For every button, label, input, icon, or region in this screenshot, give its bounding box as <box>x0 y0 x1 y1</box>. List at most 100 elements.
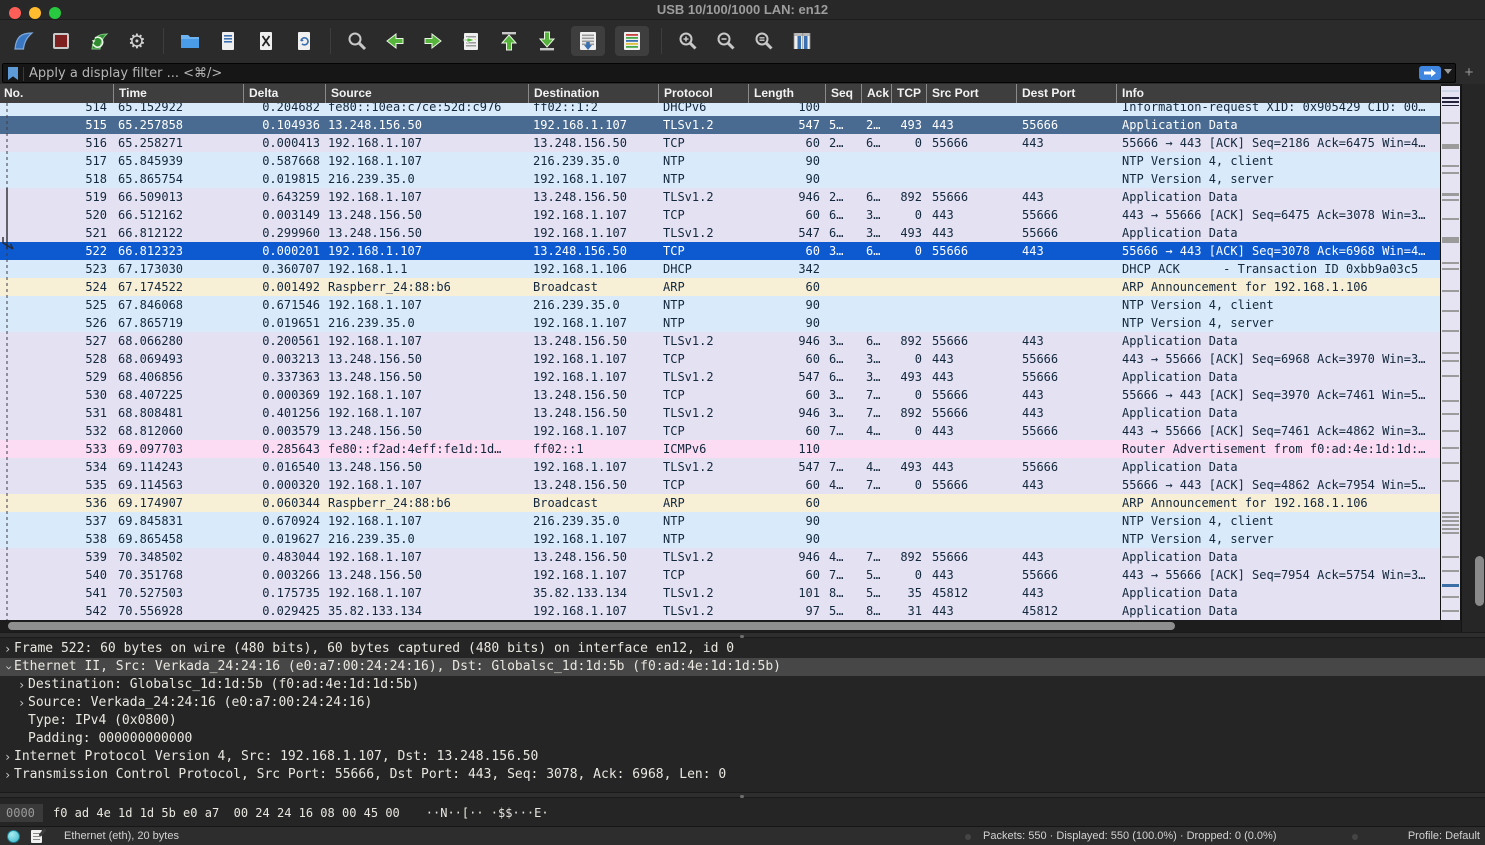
packet-row[interactable]: 53068.4072250.000369192.168.1.10713.248.… <box>0 386 1441 404</box>
packet-row[interactable]: 52768.0662800.200561192.168.1.10713.248.… <box>0 332 1441 350</box>
detail-tree-row[interactable]: ›Frame 522: 60 bytes on wire (480 bits),… <box>0 640 1485 658</box>
last-packet-button[interactable] <box>533 26 561 56</box>
column-header-src[interactable]: Source <box>325 84 528 103</box>
packet-row[interactable]: 52968.4068560.33736313.248.156.50192.168… <box>0 368 1441 386</box>
packet-row[interactable]: 51565.2578580.10493613.248.156.50192.168… <box>0 116 1441 134</box>
chevron-right-icon[interactable]: › <box>18 694 28 712</box>
packet-row[interactable]: 53168.8084810.401256192.168.1.10713.248.… <box>0 404 1441 422</box>
zoom-100-button[interactable] <box>750 26 778 56</box>
packet-cell-time: 70.556928 <box>113 602 243 620</box>
column-header-dport[interactable]: Dest Port <box>1016 84 1116 103</box>
packet-cell-len: 60 <box>748 386 825 404</box>
find-packet-button[interactable] <box>343 26 371 56</box>
chevron-right-icon[interactable]: › <box>4 766 14 784</box>
status-profile[interactable]: Profile: Default <box>1408 830 1480 842</box>
column-header-len[interactable]: Length <box>748 84 825 103</box>
packet-row[interactable]: 52367.1730300.360707192.168.1.1192.168.1… <box>0 260 1441 278</box>
column-header-no[interactable]: No. <box>0 84 113 103</box>
save-file-button[interactable] <box>214 26 242 56</box>
hex-ascii[interactable]: ··N··[·· ·$$···E· <box>426 806 549 820</box>
detail-tree-row[interactable]: ›Transmission Control Protocol, Src Port… <box>0 766 1485 784</box>
capture-comment-icon[interactable] <box>31 830 42 843</box>
packet-row[interactable]: 53469.1142430.01654013.248.156.50192.168… <box>0 458 1441 476</box>
capture-options-button[interactable]: ⚙ <box>123 26 151 56</box>
detail-tree-row[interactable]: ›Padding: 000000000000 <box>0 730 1485 748</box>
stop-capture-button[interactable] <box>47 26 75 56</box>
zoom-in-button[interactable] <box>674 26 702 56</box>
packet-row[interactable]: 52266.8123230.000201192.168.1.10713.248.… <box>0 242 1441 260</box>
previous-packet-button[interactable] <box>381 26 409 56</box>
packet-row[interactable]: 52567.8460680.671546192.168.1.107216.239… <box>0 296 1441 314</box>
detail-tree-row[interactable]: ›Destination: Globalsc_1d:1d:5b (f0:ad:4… <box>0 676 1485 694</box>
detail-tree-row[interactable]: ›Ethernet II, Src: Verkada_24:24:16 (e0:… <box>0 658 1485 676</box>
chevron-right-icon[interactable]: › <box>4 748 14 766</box>
packet-row[interactable]: 53769.8458310.670924192.168.1.107216.239… <box>0 512 1441 530</box>
packet-row[interactable]: 51465.1529220.204682fe80::10ea:c7ce:52d:… <box>0 103 1441 116</box>
column-header-time[interactable]: Time <box>113 84 243 103</box>
packet-row[interactable]: 54170.5275030.175735192.168.1.10735.82.1… <box>0 584 1441 602</box>
packet-cell-src: 192.168.1.107 <box>325 134 528 152</box>
go-to-packet-button[interactable] <box>457 26 485 56</box>
packet-row[interactable]: 53669.1749070.060344Raspberr_24:88:b6Bro… <box>0 494 1441 512</box>
column-header-delta[interactable]: Delta <box>243 84 325 103</box>
packet-row[interactable]: 53569.1145630.000320192.168.1.10713.248.… <box>0 476 1441 494</box>
next-packet-button[interactable] <box>419 26 447 56</box>
reload-file-button[interactable] <box>290 26 318 56</box>
auto-scroll-toggle[interactable] <box>571 26 605 56</box>
column-header-dst[interactable]: Destination <box>528 84 658 103</box>
packet-row[interactable]: 52667.8657190.019651216.239.35.0192.168.… <box>0 314 1441 332</box>
chevron-down-icon[interactable]: › <box>0 664 18 674</box>
intelligent-scrollbar-minimap[interactable] <box>1440 86 1461 620</box>
packet-row[interactable]: 53970.3485020.483044192.168.1.10713.248.… <box>0 548 1441 566</box>
expert-info-icon[interactable] <box>7 830 20 843</box>
column-header-sport[interactable]: Src Port <box>926 84 1016 103</box>
packet-row[interactable]: 51765.8459390.587668192.168.1.107216.239… <box>0 152 1441 170</box>
packet-cell-seq: 5… <box>825 602 861 620</box>
packet-cell-sport: 55666 <box>926 404 1016 422</box>
packet-row[interactable]: 51665.2582710.000413192.168.1.10713.248.… <box>0 134 1441 152</box>
start-capture-button[interactable] <box>9 26 37 56</box>
packet-cell-src: 13.248.156.50 <box>325 368 528 386</box>
packet-row[interactable]: 52066.5121620.00314913.248.156.50192.168… <box>0 206 1441 224</box>
detail-tree-row[interactable]: ›Internet Protocol Version 4, Src: 192.1… <box>0 748 1485 766</box>
close-file-button[interactable] <box>252 26 280 56</box>
chevron-right-icon[interactable]: › <box>18 676 28 694</box>
horizontal-scrollbar-thumb[interactable] <box>8 622 1175 630</box>
hex-bytes[interactable]: f0 ad 4e 1d 1d 5b e0 a7 00 24 24 16 08 0… <box>53 806 400 820</box>
packet-row[interactable]: 52166.8121220.29996013.248.156.50192.168… <box>0 224 1441 242</box>
filter-bookmark-button[interactable] <box>6 67 24 81</box>
vertical-scrollbar[interactable] <box>1461 84 1485 632</box>
column-header-info[interactable]: Info <box>1116 84 1441 103</box>
packet-cell-time: 69.865458 <box>113 530 243 548</box>
column-header-tcp[interactable]: TCP <box>891 84 926 103</box>
resize-columns-button[interactable] <box>788 26 816 56</box>
packet-cell-proto: TCP <box>658 386 748 404</box>
add-filter-button[interactable]: + <box>1461 62 1477 84</box>
packet-row[interactable]: 54070.3517680.00326613.248.156.50192.168… <box>0 566 1441 584</box>
packet-row[interactable]: 52868.0694930.00321313.248.156.50192.168… <box>0 350 1441 368</box>
detail-tree-row[interactable]: ›Type: IPv4 (0x0800) <box>0 712 1485 730</box>
packet-row[interactable]: 53869.8654580.019627216.239.35.0192.168.… <box>0 530 1441 548</box>
colorize-toggle[interactable] <box>615 26 649 56</box>
open-file-button[interactable] <box>176 26 204 56</box>
zoom-out-button[interactable] <box>712 26 740 56</box>
column-header-seq[interactable]: Seq <box>825 84 861 103</box>
detail-tree-row[interactable]: ›Source: Verkada_24:24:16 (e0:a7:00:24:2… <box>0 694 1485 712</box>
packet-cell-tcp <box>891 260 926 278</box>
vertical-scrollbar-thumb[interactable] <box>1475 556 1484 606</box>
packet-row[interactable]: 51865.8657540.019815216.239.35.0192.168.… <box>0 170 1441 188</box>
packet-row[interactable]: 54270.5569280.02942535.82.133.134192.168… <box>0 602 1441 620</box>
restart-capture-button[interactable] <box>85 26 113 56</box>
packet-row[interactable]: 53268.8120600.00357913.248.156.50192.168… <box>0 422 1441 440</box>
display-filter-input[interactable] <box>29 64 1399 82</box>
packet-row[interactable]: 52467.1745220.001492Raspberr_24:88:b6Bro… <box>0 278 1441 296</box>
packet-row[interactable]: 53369.0977030.285643fe80::f2ad:4eff:fe1d… <box>0 440 1441 458</box>
first-packet-button[interactable] <box>495 26 523 56</box>
packet-row[interactable]: 51966.5090130.643259192.168.1.10713.248.… <box>0 188 1441 206</box>
horizontal-scrollbar[interactable] <box>0 620 1441 632</box>
column-header-ack[interactable]: Ack <box>861 84 891 103</box>
apply-filter-button[interactable] <box>1419 66 1441 80</box>
chevron-right-icon[interactable]: › <box>4 640 14 658</box>
column-header-proto[interactable]: Protocol <box>658 84 748 103</box>
filter-dropdown-caret[interactable] <box>1444 69 1452 74</box>
